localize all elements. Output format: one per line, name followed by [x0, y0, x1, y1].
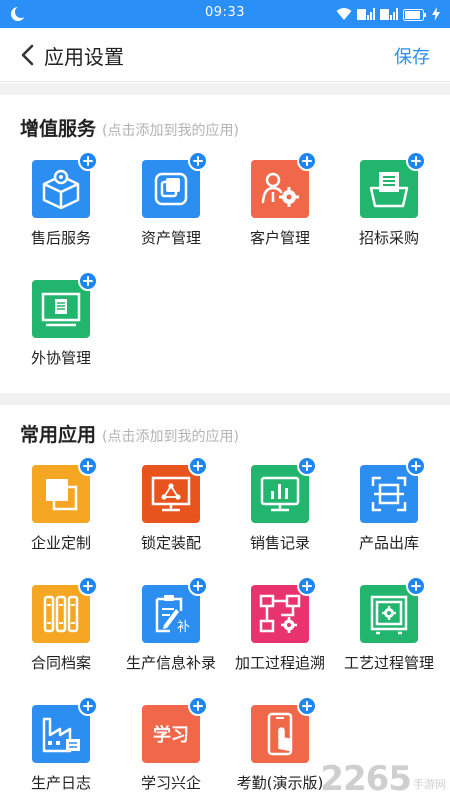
app-after-sales[interactable]: 售后服务: [6, 151, 116, 248]
battery-icon: [403, 6, 427, 25]
app-contract-archive[interactable]: 合同档案: [6, 576, 116, 673]
section-hint: (点击添加到我的应用): [102, 429, 239, 445]
app-label: 考勤(演示版): [236, 774, 324, 792]
clipboard-edit-icon: 补: [142, 576, 208, 643]
app-product-outbound[interactable]: 产品出库: [334, 456, 444, 553]
signal-sim1-icon: [357, 6, 375, 25]
user-gear-icon: [251, 151, 317, 218]
package-gear-icon: [32, 151, 98, 218]
app-process-traceability[interactable]: 加工过程追溯: [225, 576, 335, 673]
status-bar: 09:33: [0, 0, 450, 28]
section-divider: [0, 83, 450, 95]
app-label: 生产日志: [30, 774, 91, 792]
add-icon[interactable]: [78, 576, 98, 596]
app-production-log[interactable]: 生产日志: [6, 696, 116, 793]
app-label: 售后服务: [30, 229, 91, 247]
app-study-enterprise[interactable]: 学习 学习兴企: [116, 696, 226, 793]
add-icon[interactable]: [297, 456, 317, 476]
shopping-basket-icon: [360, 151, 426, 218]
app-outsourcing-management[interactable]: 外协管理: [6, 271, 116, 368]
charging-icon: [432, 6, 440, 25]
add-icon[interactable]: [188, 456, 208, 476]
add-icon[interactable]: [78, 696, 98, 716]
signal-sim2-icon: [380, 6, 398, 25]
section-title: 增值服务: [20, 118, 97, 140]
flowchart-gear-icon: [251, 576, 317, 643]
page-title: 应用设置: [44, 45, 124, 69]
svg-text:补: 补: [177, 620, 190, 635]
study-text-icon: 学习: [142, 696, 208, 763]
monitor-nodes-icon: [142, 456, 208, 523]
section-hint: (点击添加到我的应用): [102, 123, 239, 139]
common-apps-section-header: 常用应用 (点击添加到我的应用): [20, 420, 239, 447]
app-enterprise-customization[interactable]: 企业定制: [6, 456, 116, 553]
app-label: 招标采购: [358, 229, 419, 247]
monitor-document-icon: [32, 271, 98, 338]
save-button[interactable]: 保存: [394, 43, 430, 69]
section-divider: [0, 393, 450, 405]
chevron-left-icon[interactable]: [18, 43, 40, 67]
app-bidding-procurement[interactable]: 招标采购: [334, 151, 444, 248]
app-label: 加工过程追溯: [234, 654, 325, 672]
add-icon[interactable]: [406, 151, 426, 171]
app-production-info-supplement[interactable]: 补 生产信息补录: [116, 576, 226, 673]
app-sales-records[interactable]: 销售记录: [225, 456, 335, 553]
section-title: 常用应用: [20, 424, 97, 446]
add-icon[interactable]: [406, 576, 426, 596]
app-process-management[interactable]: 工艺过程管理: [334, 576, 444, 673]
safe-gear-icon: [360, 576, 426, 643]
add-icon[interactable]: [78, 271, 98, 291]
watermark-site: 手游网: [413, 778, 446, 791]
add-icon[interactable]: [188, 696, 208, 716]
add-icon[interactable]: [78, 151, 98, 171]
add-icon[interactable]: [188, 576, 208, 596]
app-asset-management[interactable]: 资产管理: [116, 151, 226, 248]
app-label: 外协管理: [30, 349, 91, 367]
watermark-logo: 2265 手游网: [320, 762, 446, 796]
overlap-squares-icon: [32, 456, 98, 523]
app-label: 资产管理: [140, 229, 201, 247]
phone-touch-icon: [251, 696, 317, 763]
add-icon[interactable]: [406, 456, 426, 476]
app-label: 生产信息补录: [125, 654, 216, 672]
watermark-brand: 2265: [320, 759, 412, 799]
factory-icon: [32, 696, 98, 763]
app-label: 企业定制: [30, 534, 91, 552]
wifi-icon: [336, 6, 352, 25]
add-icon[interactable]: [297, 576, 317, 596]
navigation-bar: 应用设置 保存: [0, 28, 450, 82]
app-label: 销售记录: [249, 534, 310, 552]
app-lock-assembly[interactable]: 锁定装配: [116, 456, 226, 553]
value-added-section-header: 增值服务 (点击添加到我的应用): [20, 114, 239, 141]
filing-cabinet-icon: [32, 576, 98, 643]
app-label: 学习兴企: [140, 774, 201, 792]
app-label: 锁定装配: [140, 534, 201, 552]
add-icon[interactable]: [297, 151, 317, 171]
app-label: 产品出库: [358, 534, 419, 552]
add-icon[interactable]: [78, 456, 98, 476]
app-label: 客户管理: [249, 229, 310, 247]
study-icon-text: 学习: [153, 724, 189, 746]
monitor-chart-icon: [251, 456, 317, 523]
app-customer-management[interactable]: 客户管理: [225, 151, 335, 248]
layers-icon: [142, 151, 208, 218]
app-attendance-demo[interactable]: 考勤(演示版): [225, 696, 335, 793]
add-icon[interactable]: [297, 696, 317, 716]
app-label: 合同档案: [30, 654, 91, 672]
add-icon[interactable]: [188, 151, 208, 171]
scan-frame-icon: [360, 456, 426, 523]
app-label: 工艺过程管理: [343, 654, 434, 672]
